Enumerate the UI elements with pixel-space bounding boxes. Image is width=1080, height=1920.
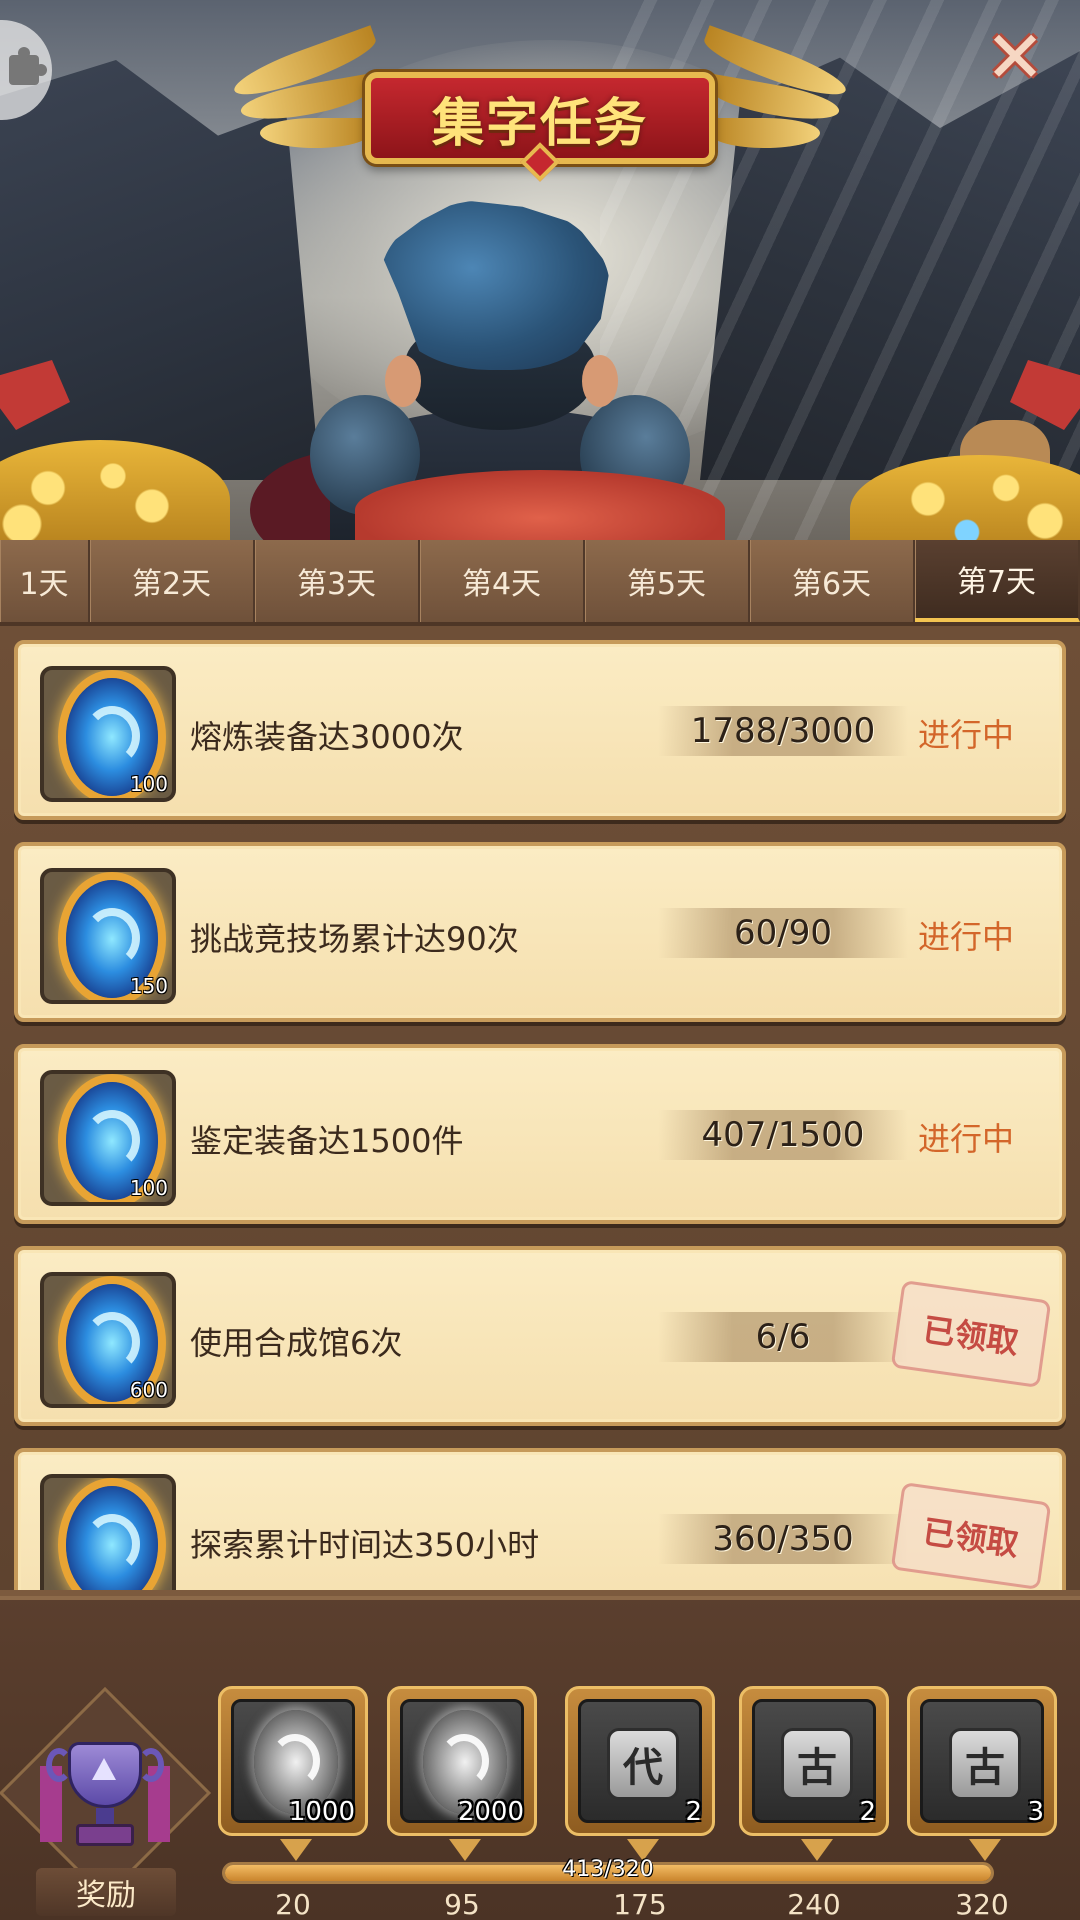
- claimed-stamp-text: 已领取: [920, 1512, 1021, 1564]
- task-card: 探索累计时间达350小时 360/350 已领取: [14, 1448, 1066, 1590]
- reward-quantity: 3: [1027, 1797, 1044, 1827]
- milestone-value: 320: [955, 1888, 1009, 1920]
- tab-day-7[interactable]: 第7天: [915, 540, 1080, 622]
- gift-ribbon: [355, 470, 725, 540]
- task-status: 进行中: [918, 716, 1015, 754]
- reward-panel: 奖励 1000 2000 代 2 古 2 古 3 413/320 20 95 1…: [0, 1590, 1080, 1920]
- tab-label: 第6天: [791, 567, 872, 602]
- milestone-value: 175: [613, 1888, 667, 1920]
- task-card: 100 熔炼装备达3000次 1788/3000 进行中: [14, 640, 1066, 820]
- task-description: 探索累计时间达350小时: [190, 1526, 540, 1564]
- tab-label: 第2天: [131, 567, 212, 602]
- task-reward-icon[interactable]: [40, 1474, 176, 1590]
- golden-wing-right-icon: [690, 25, 860, 170]
- task-progress: 60/90: [658, 908, 908, 958]
- tab-label: 第3天: [296, 567, 377, 602]
- task-description: 挑战竞技场累计达90次: [190, 920, 519, 958]
- task-reward-icon[interactable]: 150: [40, 868, 176, 1004]
- reward-item[interactable]: 代 2: [565, 1686, 715, 1861]
- milestone-value: 240: [787, 1888, 841, 1920]
- tab-day-2[interactable]: 第2天: [90, 540, 255, 622]
- tab-day-1[interactable]: 1天: [0, 540, 90, 622]
- reward-quantity: 2: [859, 1797, 876, 1827]
- trophy-icon[interactable]: [40, 1726, 170, 1856]
- hero-ear-left: [385, 355, 421, 407]
- reward-count: 150: [129, 974, 168, 998]
- reward-item[interactable]: 古 3: [907, 1686, 1057, 1861]
- task-progress: 407/1500: [658, 1110, 908, 1160]
- reward-count: 600: [129, 1378, 168, 1402]
- close-button[interactable]: ✕: [980, 15, 1050, 99]
- tab-label: 第7天: [956, 565, 1037, 600]
- reward-label: 奖励: [36, 1868, 176, 1916]
- close-icon: ✕: [984, 15, 1046, 99]
- reward-item[interactable]: 1000: [218, 1686, 368, 1861]
- tab-day-4[interactable]: 第4天: [420, 540, 585, 622]
- task-reward-icon[interactable]: 600: [40, 1272, 176, 1408]
- title-plaque: 集字任务: [365, 72, 715, 182]
- milestone-value: 20: [275, 1888, 311, 1920]
- task-card: 100 鉴定装备达1500件 407/1500 进行中: [14, 1044, 1066, 1224]
- tab-day-3[interactable]: 第3天: [255, 540, 420, 622]
- event-banner: 集字任务: [0, 0, 1080, 540]
- hero-ear-right: [582, 355, 618, 407]
- character-tile-icon: 古: [781, 1728, 853, 1800]
- reward-progress-text: 413/320: [562, 1857, 654, 1882]
- claimed-stamp-text: 已领取: [920, 1310, 1021, 1362]
- character-tile-icon: 代: [607, 1728, 679, 1800]
- task-reward-icon[interactable]: 100: [40, 666, 176, 802]
- tab-day-6[interactable]: 第6天: [750, 540, 915, 622]
- task-status: 进行中: [918, 918, 1015, 956]
- task-progress: 360/350: [658, 1514, 908, 1564]
- task-card: 150 挑战竞技场累计达90次 60/90 进行中: [14, 842, 1066, 1022]
- task-progress: 1788/3000: [658, 706, 908, 756]
- task-status: 进行中: [918, 1120, 1015, 1158]
- task-card: 600 使用合成馆6次 6/6 已领取: [14, 1246, 1066, 1426]
- reward-item[interactable]: 古 2: [739, 1686, 889, 1861]
- milestone-value: 95: [444, 1888, 480, 1920]
- claimed-stamp: 已领取: [890, 1279, 1052, 1389]
- character-tile-icon: 古: [949, 1728, 1021, 1800]
- puzzle-icon: [9, 47, 47, 85]
- reward-count: 100: [129, 1176, 168, 1200]
- reward-count: 100: [129, 772, 168, 796]
- task-description: 鉴定装备达1500件: [190, 1122, 464, 1160]
- task-description: 使用合成馆6次: [190, 1324, 403, 1362]
- task-description: 熔炼装备达3000次: [190, 718, 464, 756]
- claimed-stamp: 已领取: [890, 1481, 1052, 1590]
- reward-quantity: 2: [685, 1797, 702, 1827]
- tab-label: 1天: [19, 567, 69, 602]
- tab-label: 第5天: [626, 567, 707, 602]
- day-tabs: 1天 第2天 第3天 第4天 第5天 第6天 第7天: [0, 540, 1080, 626]
- task-reward-icon[interactable]: 100: [40, 1070, 176, 1206]
- blue-orb-icon: [66, 1486, 158, 1590]
- task-progress: 6/6: [658, 1312, 908, 1362]
- reward-progress-bar: 413/320: [222, 1857, 994, 1884]
- tab-label: 第4天: [461, 567, 542, 602]
- reward-quantity: 2000: [457, 1797, 524, 1827]
- reward-quantity: 1000: [288, 1797, 355, 1827]
- reward-item[interactable]: 2000: [387, 1686, 537, 1861]
- task-list[interactable]: 100 熔炼装备达3000次 1788/3000 进行中 150 挑战竞技场累计…: [0, 626, 1080, 1590]
- tab-day-5[interactable]: 第5天: [585, 540, 750, 622]
